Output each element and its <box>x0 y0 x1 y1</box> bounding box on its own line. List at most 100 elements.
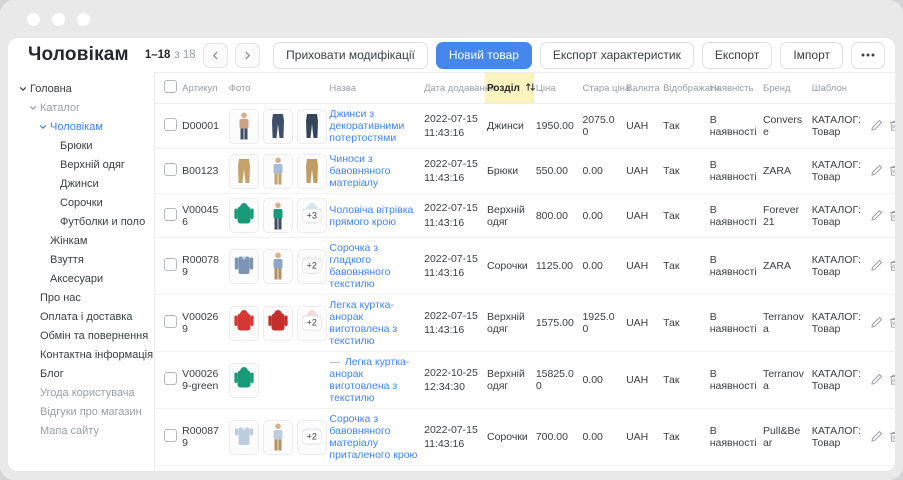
prev-page-button[interactable] <box>203 43 228 68</box>
pagination: 1–18 з 18 <box>145 49 196 61</box>
product-photo[interactable] <box>297 109 327 144</box>
product-photo[interactable] <box>263 306 293 341</box>
sidebar-item[interactable]: Сорочки <box>8 193 154 212</box>
sidebar-item[interactable]: Чоловікам <box>8 117 154 136</box>
sort-icon[interactable] <box>525 82 536 92</box>
more-photos-thumb[interactable]: +2 <box>297 420 327 455</box>
window-dot[interactable] <box>77 13 90 26</box>
delete-button[interactable] <box>885 117 895 135</box>
product-photo[interactable] <box>229 109 259 144</box>
row-checkbox[interactable] <box>164 258 177 271</box>
edit-button[interactable] <box>867 162 885 180</box>
sidebar-item[interactable]: Контактна інформація <box>8 345 154 364</box>
product-photo[interactable] <box>229 363 259 398</box>
window-dot[interactable] <box>27 13 40 26</box>
delete-button[interactable] <box>885 206 895 224</box>
cell-template: КАТАЛОГ: Товар <box>810 466 866 472</box>
cell-date: 2022-07-1511:43:16 <box>422 409 485 466</box>
main-panel: Чоловікам 1–18 з 18 Приховати модифікаці… <box>8 38 895 471</box>
sidebar-item[interactable]: Мапа сайту <box>8 421 154 440</box>
select-all-checkbox[interactable] <box>164 80 177 93</box>
next-page-button[interactable] <box>235 43 260 68</box>
product-photo[interactable] <box>263 420 293 455</box>
sidebar-item[interactable]: Оплата і доставка <box>8 307 154 326</box>
sidebar-item[interactable]: Головна <box>8 79 154 98</box>
row-checkbox[interactable] <box>164 429 177 442</box>
sidebar-item[interactable]: Про нас <box>8 288 154 307</box>
cell-article: B000321 <box>180 466 227 472</box>
product-name-link[interactable]: Джинси з декоративними потертостями <box>329 108 404 144</box>
column-header-label: Ціна <box>536 83 556 94</box>
hide-modifications-button[interactable]: Приховати модифікації <box>273 42 428 69</box>
sidebar-item[interactable]: Аксесуари <box>8 269 154 288</box>
cell-availability: В наявності <box>708 104 761 149</box>
product-name-link[interactable]: Чиноси з бавовняного матеріалу <box>329 153 390 189</box>
column-header-section[interactable]: Розділ <box>485 73 534 104</box>
delete-button[interactable] <box>885 257 895 275</box>
row-checkbox[interactable] <box>164 315 177 328</box>
sidebar-item[interactable]: Джинси <box>8 174 154 193</box>
product-name-link[interactable]: Сорочка з бавовняного матеріалу притален… <box>329 413 417 461</box>
delete-button[interactable] <box>885 428 895 446</box>
sidebar-item[interactable]: Жінкам <box>8 231 154 250</box>
delete-button[interactable] <box>885 314 895 332</box>
cell-brand: Pull&Bear <box>761 409 810 466</box>
row-checkbox[interactable] <box>164 163 177 176</box>
edit-button[interactable] <box>867 428 885 446</box>
product-photo[interactable] <box>263 198 293 233</box>
date-added: 2022-07-15 <box>424 112 481 126</box>
cell-section: Джинси <box>485 104 534 149</box>
cell-currency: UAH <box>624 466 661 472</box>
sidebar-item[interactable]: Обмін та повернення <box>8 326 154 345</box>
sidebar-item[interactable]: Футболки и поло <box>8 212 154 231</box>
product-photo[interactable] <box>229 306 259 341</box>
product-photo[interactable] <box>229 249 259 284</box>
product-name-link[interactable]: Штани з бавовняного матеріалу прямого кр… <box>329 470 396 471</box>
product-photo[interactable] <box>263 109 293 144</box>
edit-button[interactable] <box>867 206 885 224</box>
product-photo[interactable] <box>229 154 259 189</box>
export-attributes-button[interactable]: Експорт характеристик <box>540 42 694 69</box>
product-name-link[interactable]: Сорочка з гладкого бавовняного текстилю <box>329 242 390 290</box>
product-name-link[interactable]: Легка куртка-анорак виготовлена з тексти… <box>329 299 397 347</box>
new-product-button[interactable]: Новий товар <box>436 42 532 69</box>
row-checkbox[interactable] <box>164 118 177 131</box>
edit-button[interactable] <box>867 257 885 275</box>
sidebar-item[interactable]: Брюки <box>8 136 154 155</box>
cell-currency: UAH <box>624 409 661 466</box>
sidebar-item[interactable]: Угода користувача <box>8 383 154 402</box>
jacket-icon <box>265 308 291 338</box>
edit-button[interactable] <box>867 371 885 389</box>
column-header-label: Дата додавання <box>424 83 495 94</box>
product-photo[interactable] <box>229 420 259 455</box>
sidebar-item[interactable]: Взуття <box>8 250 154 269</box>
more-photos-thumb[interactable]: +2 <box>297 249 327 284</box>
edit-button[interactable] <box>867 314 885 332</box>
product-photo[interactable] <box>263 249 293 284</box>
product-photo[interactable] <box>297 154 327 189</box>
more-photos-thumb[interactable]: +2 <box>297 306 327 341</box>
export-button[interactable]: Експорт <box>702 42 772 69</box>
row-checkbox[interactable] <box>164 208 177 221</box>
product-photo[interactable] <box>229 198 259 233</box>
edit-button[interactable] <box>867 117 885 135</box>
delete-button[interactable] <box>885 371 895 389</box>
product-photo[interactable] <box>263 154 293 189</box>
cell-photos <box>227 104 328 149</box>
column-header-label: Стара ціна <box>582 83 630 94</box>
delete-button[interactable] <box>885 162 895 180</box>
window-dot[interactable] <box>52 13 65 26</box>
sidebar-item[interactable]: Каталог <box>8 98 154 117</box>
sidebar-item[interactable]: Блог <box>8 364 154 383</box>
cell-old-price: 0.00 <box>580 352 624 409</box>
sidebar-item[interactable]: Відгуки про магазин <box>8 402 154 421</box>
more-photos-thumb[interactable]: +3 <box>297 198 327 233</box>
sidebar-item[interactable]: Верхній одяг <box>8 155 154 174</box>
import-button[interactable]: Імпорт <box>780 42 843 69</box>
cell-price: 1950.00 <box>534 104 581 149</box>
more-button[interactable] <box>851 42 885 69</box>
cell-currency: UAH <box>624 194 661 238</box>
row-checkbox[interactable] <box>164 372 177 385</box>
product-name-link[interactable]: Чоловіча вітрівка прямого крою <box>329 204 413 228</box>
cell-price: 1575.00 <box>534 295 581 352</box>
